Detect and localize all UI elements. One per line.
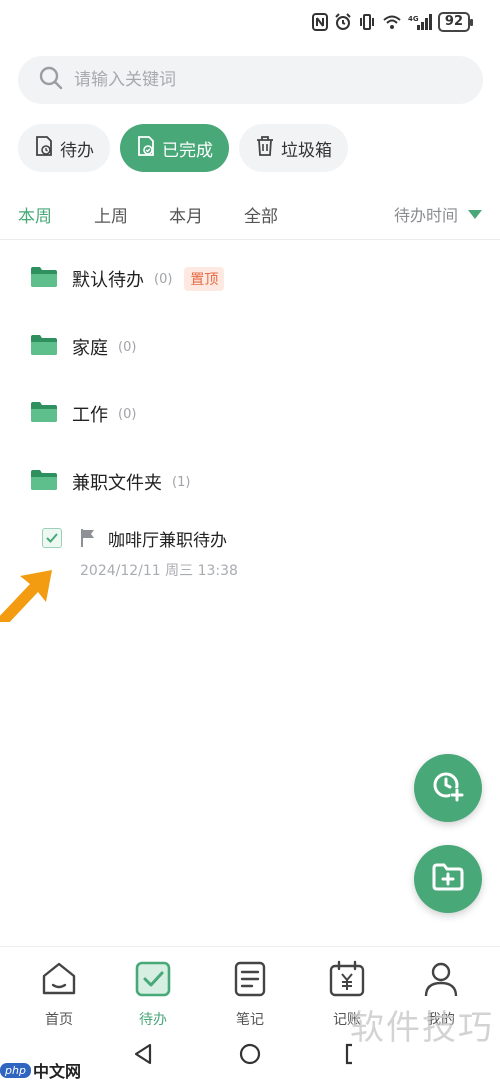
task-checkbox[interactable] xyxy=(42,528,62,548)
folder-name: 工作 xyxy=(72,405,108,426)
done-doc-icon xyxy=(136,135,162,162)
add-folder-button[interactable] xyxy=(414,845,482,913)
nav-home[interactable]: 首页 xyxy=(29,959,89,1029)
nav-notes-label: 笔记 xyxy=(236,1012,264,1028)
folder-name: 家庭 xyxy=(72,338,108,359)
folder-name: 默认待办 xyxy=(72,270,144,291)
watermark-site-text: 中文网 xyxy=(32,1062,81,1081)
watermark-text: 软件技巧 xyxy=(350,1008,494,1048)
folder-count: (1) xyxy=(172,474,191,490)
search-input[interactable] xyxy=(74,70,454,90)
chip-todo-label: 待办 xyxy=(60,140,94,161)
sort-dropdown[interactable]: 待办时间 xyxy=(394,202,482,226)
search-icon xyxy=(38,65,64,95)
folder-count: (0) xyxy=(154,271,173,287)
period-tabs: 本周 上周 本月 全部 待办时间 xyxy=(0,190,500,240)
nav-home-label: 首页 xyxy=(45,1012,73,1028)
folder-count: (0) xyxy=(118,406,137,422)
folder-work[interactable]: 工作 (0) xyxy=(30,401,136,427)
folder-family[interactable]: 家庭 (0) xyxy=(30,334,136,360)
chip-trash-label: 垃圾箱 xyxy=(281,140,332,161)
check-icon xyxy=(46,533,58,543)
network-type: 4G xyxy=(408,15,419,23)
folder-icon xyxy=(30,334,58,360)
task-time: 2024/12/11 周三 13:38 xyxy=(80,563,238,579)
home-icon xyxy=(39,959,79,1003)
wifi-icon xyxy=(382,12,402,32)
sort-label: 待办时间 xyxy=(393,206,458,225)
caret-down-icon xyxy=(468,209,482,219)
home-button-icon[interactable] xyxy=(238,1042,262,1070)
back-icon[interactable] xyxy=(132,1042,154,1070)
folder-parttime[interactable]: 兼职文件夹 (1) xyxy=(30,469,190,495)
vibrate-icon xyxy=(358,12,376,32)
folder-icon xyxy=(30,266,58,292)
chip-trash[interactable]: 垃圾箱 xyxy=(239,124,348,172)
nav-todo[interactable]: 待办 xyxy=(123,959,183,1029)
php-logo: php xyxy=(0,1062,31,1078)
battery-indicator: 92 xyxy=(437,12,474,32)
clock-plus-icon xyxy=(430,768,466,808)
task-title: 咖啡厅兼职待办 xyxy=(108,531,227,551)
status-bar: 4G 92 xyxy=(0,0,500,48)
pinned-badge: 置顶 xyxy=(184,267,225,291)
nfc-icon xyxy=(311,12,328,32)
nav-notes[interactable]: 笔记 xyxy=(220,959,280,1029)
annotation-arrow-icon xyxy=(0,570,52,622)
ledger-icon xyxy=(327,959,367,1003)
search-bar[interactable] xyxy=(18,56,483,104)
add-reminder-button[interactable] xyxy=(414,754,482,822)
watermark-logo: php 中文网 xyxy=(0,1058,81,1082)
alarm-icon xyxy=(334,12,352,32)
folder-name: 兼职文件夹 xyxy=(72,473,162,494)
signal-icon: 4G xyxy=(408,12,432,32)
profile-icon xyxy=(421,959,461,1003)
todo-check-icon xyxy=(133,959,173,1003)
tab-this-week[interactable]: 本周 xyxy=(18,202,52,227)
folder-icon xyxy=(30,401,58,427)
nav-todo-label: 待办 xyxy=(139,1012,167,1028)
tab-all[interactable]: 全部 xyxy=(244,202,278,227)
filter-chips: 待办 已完成 垃圾箱 xyxy=(18,124,348,172)
status-icons: 4G 92 xyxy=(311,12,474,32)
flag-icon[interactable] xyxy=(80,528,96,548)
chip-done[interactable]: 已完成 xyxy=(120,124,229,172)
folder-count: (0) xyxy=(118,339,137,355)
tab-this-month[interactable]: 本月 xyxy=(169,202,203,227)
folder-plus-icon xyxy=(430,859,466,899)
tab-last-week[interactable]: 上周 xyxy=(94,202,128,227)
folder-default[interactable]: 默认待办 (0) 置顶 xyxy=(30,266,225,292)
chip-todo[interactable]: 待办 xyxy=(18,124,110,172)
trash-icon xyxy=(255,135,281,162)
todo-doc-icon xyxy=(34,135,60,162)
note-icon xyxy=(230,959,270,1003)
chip-done-label: 已完成 xyxy=(162,140,213,161)
folder-icon xyxy=(30,469,58,495)
